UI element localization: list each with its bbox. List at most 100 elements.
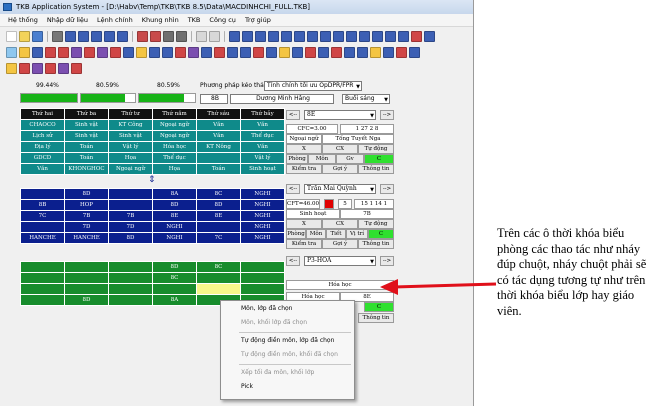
timetable-cell[interactable] [196, 272, 241, 284]
timetable-cell[interactable]: 8C [196, 261, 241, 273]
table-icon[interactable] [307, 31, 318, 42]
tool-icon[interactable] [370, 47, 381, 58]
c-button[interactable]: C [368, 229, 394, 239]
timetable-cell[interactable]: Ngoại ngữ [152, 130, 197, 142]
timetable-cell[interactable]: 8B [20, 199, 65, 211]
grid-icon[interactable] [357, 47, 368, 58]
view-icon[interactable] [19, 47, 30, 58]
auto-button[interactable]: Tự động [358, 144, 394, 154]
menu-item-pick[interactable]: Pick [241, 383, 253, 390]
timetable-cell[interactable]: Văn [240, 141, 285, 153]
timetable-cell[interactable]: Vật lý [108, 141, 153, 153]
timetable-cell[interactable]: 7B [64, 210, 109, 222]
tool-icon[interactable] [175, 47, 186, 58]
table-icon[interactable] [333, 31, 344, 42]
check-icon[interactable] [97, 47, 108, 58]
timetable-cell[interactable]: NGHI [240, 221, 285, 233]
table-icon[interactable] [385, 31, 396, 42]
tool-icon[interactable] [188, 47, 199, 58]
timetable-cell[interactable]: 7D [108, 221, 153, 233]
grid-icon[interactable] [227, 47, 238, 58]
timetable-cell[interactable]: Sinh vật [64, 119, 109, 131]
timetable-cell[interactable] [64, 261, 109, 273]
menu-nhap-du-lieu[interactable]: Nhập dữ liệu [47, 14, 88, 26]
cx-button[interactable]: CX [322, 144, 358, 154]
timetable-cell[interactable]: Văn [196, 130, 241, 142]
room-select[interactable]: P3-HOA ▼ [304, 256, 376, 266]
timetable-cell[interactable] [240, 261, 285, 273]
grid-icon[interactable] [266, 47, 277, 58]
timetable-cell[interactable] [20, 294, 65, 306]
table-icon[interactable] [229, 31, 240, 42]
timetable-cell[interactable]: Văn [240, 119, 285, 131]
table-icon[interactable] [255, 31, 266, 42]
redo-icon[interactable] [209, 31, 220, 42]
new-icon[interactable] [6, 31, 17, 42]
check-icon[interactable] [58, 47, 69, 58]
grid-icon[interactable] [91, 31, 102, 42]
report-icon[interactable] [58, 63, 69, 74]
timetable-cell[interactable]: Toán [64, 152, 109, 164]
timetable-cell[interactable]: Sinh vật [108, 130, 153, 142]
grid-icon[interactable] [409, 47, 420, 58]
timetable-cell[interactable]: 8D [64, 294, 109, 306]
grid-icon[interactable] [65, 31, 76, 42]
timetable-cell[interactable] [20, 188, 65, 200]
timetable-cell[interactable] [196, 152, 241, 164]
grid-icon[interactable] [123, 47, 134, 58]
menu-item-max-schedule[interactable]: Xếp tối đa môn, khối lớp [241, 369, 314, 376]
timetable-cell[interactable] [20, 283, 65, 295]
teacher-select[interactable]: Trần Mai Quỳnh ▼ [304, 184, 376, 194]
tool-icon[interactable] [137, 31, 148, 42]
timetable-cell[interactable]: 8E [152, 210, 197, 222]
table-icon[interactable] [268, 31, 279, 42]
suggest-button[interactable]: Gợi ý [322, 239, 358, 249]
timetable-cell[interactable]: Toán [196, 163, 241, 175]
save-icon[interactable] [32, 31, 43, 42]
menu-he-thong[interactable]: Hệ thống [8, 14, 38, 26]
table-icon[interactable] [372, 31, 383, 42]
timetable-cell[interactable]: 8C [196, 188, 241, 200]
table-icon[interactable] [359, 31, 370, 42]
timetable-cell[interactable]: NGHI [240, 232, 285, 244]
subject-button[interactable]: Môn [308, 154, 336, 164]
timetable-cell[interactable]: 8A [152, 294, 197, 306]
timetable-cell[interactable]: CHAOCO [20, 119, 65, 131]
timetable-cell[interactable]: Họa [152, 163, 197, 175]
table-icon[interactable] [294, 31, 305, 42]
menu-item-auto-fill-class[interactable]: Tự động điền môn, lớp đã chọn [241, 337, 334, 344]
gv-button[interactable]: Gv [336, 154, 364, 164]
table-icon[interactable] [398, 31, 409, 42]
timetable-cell[interactable] [20, 261, 65, 273]
subject-button[interactable]: Môn [306, 229, 326, 239]
timetable-cell[interactable]: NGHI [152, 232, 197, 244]
menu-item-mon-lop[interactable]: Môn, lớp đã chọn [241, 305, 293, 312]
timetable-cell[interactable] [64, 272, 109, 284]
timetable-cell[interactable]: KT Nông [196, 141, 241, 153]
position-button[interactable]: Vị trí [346, 229, 368, 239]
tool-icon[interactable] [411, 31, 422, 42]
timetable-cell[interactable] [108, 199, 153, 211]
check-icon[interactable] [71, 47, 82, 58]
method-select[interactable]: Tính chính tối ưu OpDPR/FPR ▼ [264, 81, 362, 91]
session-select[interactable]: Buổi sáng ▼ [342, 94, 390, 104]
timetable-cell[interactable]: 8A [152, 188, 197, 200]
timetable-cell[interactable]: KHONGHOC [64, 163, 109, 175]
tool-icon[interactable] [136, 47, 147, 58]
print-icon[interactable] [52, 31, 63, 42]
timetable-cell[interactable] [108, 294, 153, 306]
auto-button[interactable]: Tự động [358, 219, 394, 229]
info-button[interactable]: Thông tin [358, 313, 394, 323]
check-icon[interactable] [45, 47, 56, 58]
tool-icon[interactable] [279, 47, 290, 58]
tool-icon[interactable] [331, 47, 342, 58]
menu-lenh-chinh[interactable]: Lệnh chính [97, 14, 133, 26]
timetable-cell[interactable] [108, 188, 153, 200]
grid-icon[interactable] [344, 47, 355, 58]
timetable-cell[interactable] [196, 221, 241, 233]
timetable-cell[interactable]: Ngoại ngữ [108, 163, 153, 175]
suggest-button[interactable]: Gợi ý [322, 164, 358, 174]
check-button[interactable]: Kiểm tra [286, 239, 322, 249]
grid-icon[interactable] [292, 47, 303, 58]
timetable-cell[interactable]: 8D [196, 199, 241, 211]
